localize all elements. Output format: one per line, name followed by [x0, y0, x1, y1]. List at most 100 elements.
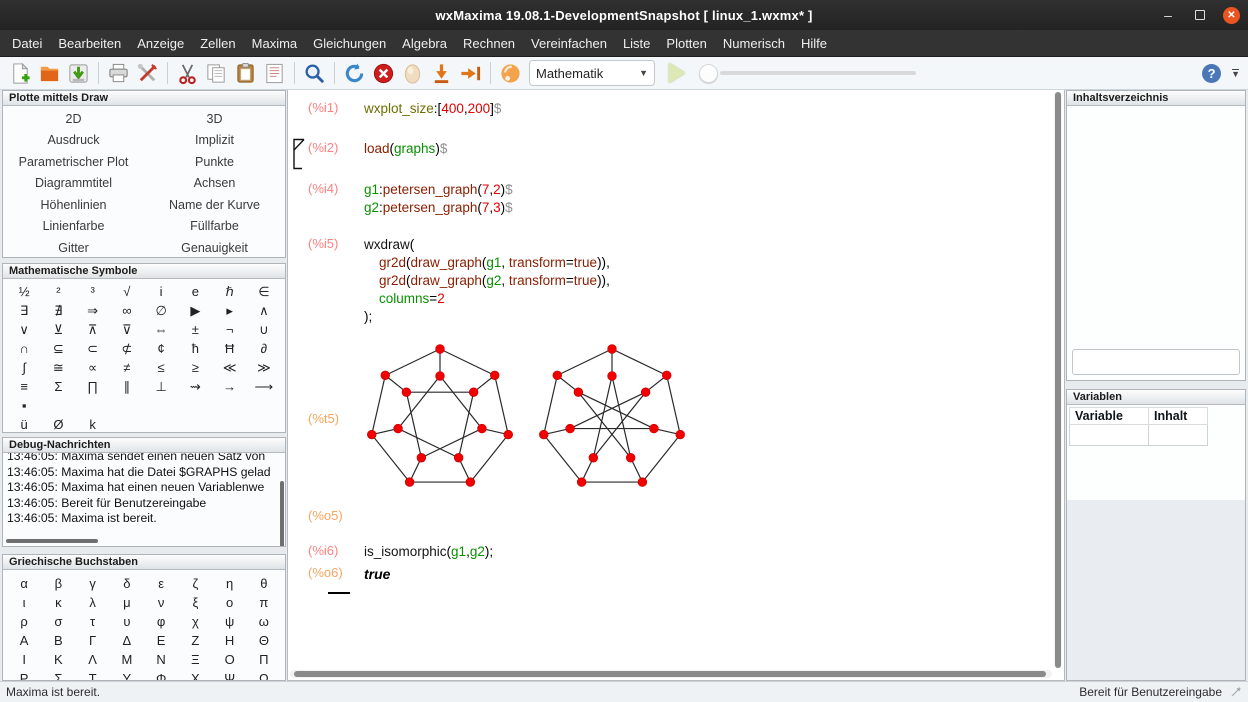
- math-symbol-button[interactable]: ∪: [247, 320, 281, 339]
- new-document-icon[interactable]: [7, 60, 34, 87]
- greek-letter-button[interactable]: υ: [110, 612, 144, 631]
- math-symbol-button[interactable]: ≤: [144, 358, 178, 377]
- math-symbol-button[interactable]: ħ: [178, 339, 212, 358]
- greek-letter-button[interactable]: T: [76, 669, 110, 681]
- math-symbol-button[interactable]: ∄: [41, 301, 75, 320]
- variables-table[interactable]: Variable Inhalt: [1069, 407, 1208, 446]
- slider-handle[interactable]: [699, 64, 718, 83]
- greek-letter-button[interactable]: κ: [41, 593, 75, 612]
- greek-letter-button[interactable]: γ: [76, 574, 110, 593]
- configure-icon[interactable]: [134, 60, 161, 87]
- menu-gleichungen[interactable]: Gleichungen: [305, 32, 394, 55]
- greek-letter-button[interactable]: ο: [213, 593, 247, 612]
- menu-numerisch[interactable]: Numerisch: [715, 32, 793, 55]
- stop-icon[interactable]: [370, 60, 397, 87]
- greek-letter-button[interactable]: Λ: [76, 650, 110, 669]
- paste-icon[interactable]: [232, 60, 259, 87]
- math-symbol-button[interactable]: √: [110, 282, 144, 301]
- greek-letter-button[interactable]: ζ: [178, 574, 212, 593]
- greek-letter-button[interactable]: ι: [7, 593, 41, 612]
- greek-letter-button[interactable]: Π: [247, 650, 281, 669]
- math-symbol-button[interactable]: ⊼: [76, 320, 110, 339]
- open-file-icon[interactable]: [36, 60, 63, 87]
- math-symbol-button[interactable]: ∃: [7, 301, 41, 320]
- menu-algebra[interactable]: Algebra: [394, 32, 455, 55]
- math-symbol-button[interactable]: i: [144, 282, 178, 301]
- greek-letter-button[interactable]: θ: [247, 574, 281, 593]
- math-symbol-button[interactable]: ℏ: [213, 282, 247, 301]
- math-symbol-button[interactable]: ▸: [213, 301, 247, 320]
- restart-maxima-icon[interactable]: [341, 60, 368, 87]
- math-symbol-button[interactable]: ∨: [7, 320, 41, 339]
- greek-letter-button[interactable]: μ: [110, 593, 144, 612]
- greek-letter-button[interactable]: X: [178, 669, 212, 681]
- math-symbol-button[interactable]: ∫: [7, 358, 41, 377]
- greek-letter-button[interactable]: Z: [178, 631, 212, 650]
- math-symbol-button[interactable]: ⊥: [144, 377, 178, 396]
- greek-letter-button[interactable]: Ω: [247, 669, 281, 681]
- greek-letter-button[interactable]: Δ: [110, 631, 144, 650]
- debug-horizontal-scrollbar[interactable]: [6, 539, 98, 543]
- math-symbol-button[interactable]: ⊂: [76, 339, 110, 358]
- worksheet[interactable]: (%i1)wxplot_size:[400,200]$ (%i2)load(gra…: [287, 90, 1065, 681]
- menu-liste[interactable]: Liste: [615, 32, 658, 55]
- select-all-icon[interactable]: [261, 60, 288, 87]
- menu-hilfe[interactable]: Hilfe: [793, 32, 835, 55]
- draw-button-genauigkeit[interactable]: Genauigkeit: [144, 237, 285, 258]
- input-cell-i1[interactable]: (%i1)wxplot_size:[400,200]$: [308, 100, 1050, 118]
- find-icon[interactable]: [301, 60, 328, 87]
- greek-letter-button[interactable]: N: [144, 650, 178, 669]
- math-symbol-button[interactable]: ⇔: [144, 320, 178, 339]
- greek-letter-button[interactable]: φ: [144, 612, 178, 631]
- greek-letter-button[interactable]: I: [7, 650, 41, 669]
- toc-filter-input[interactable]: [1072, 349, 1240, 375]
- menu-plotten[interactable]: Plotten: [658, 32, 714, 55]
- draw-button-diagrammtitel[interactable]: Diagrammtitel: [3, 173, 144, 195]
- cell-code[interactable]: is_isomorphic(g1,g2);: [364, 543, 493, 561]
- draw-button-name-der-kurve[interactable]: Name der Kurve: [144, 194, 285, 216]
- greek-letter-button[interactable]: Φ: [144, 669, 178, 681]
- math-symbol-button[interactable]: ∂: [247, 339, 281, 358]
- input-cell-i2[interactable]: (%i2)load(graphs)$: [308, 140, 1050, 158]
- follow-evaluation-icon[interactable]: [457, 60, 484, 87]
- greek-letter-button[interactable]: Γ: [76, 631, 110, 650]
- table-row[interactable]: [1070, 424, 1208, 445]
- math-symbol-button[interactable]: ≠: [110, 358, 144, 377]
- math-symbol-button[interactable]: ∝: [76, 358, 110, 377]
- toolbar-overflow-icon[interactable]: ▼: [1231, 69, 1240, 77]
- toc-list[interactable]: [1067, 106, 1245, 345]
- greek-letter-button[interactable]: β: [41, 574, 75, 593]
- math-symbol-button[interactable]: e: [178, 282, 212, 301]
- worksheet-cursor[interactable]: [328, 592, 350, 594]
- close-button[interactable]: ✕: [1223, 7, 1240, 24]
- greek-letter-button[interactable]: K: [41, 650, 75, 669]
- greek-letter-button[interactable]: ψ: [213, 612, 247, 631]
- draw-button-linienfarbe[interactable]: Linienfarbe: [3, 216, 144, 238]
- greek-letter-button[interactable]: H: [213, 631, 247, 650]
- math-symbol-button[interactable]: Ø: [41, 415, 75, 433]
- math-symbol-button[interactable]: ∥: [110, 377, 144, 396]
- cell-code[interactable]: load(graphs)$: [364, 140, 447, 158]
- play-animation-button[interactable]: [669, 63, 685, 83]
- greek-letter-button[interactable]: Σ: [41, 669, 75, 681]
- menu-maxima[interactable]: Maxima: [244, 32, 306, 55]
- draw-button-füllfarbe[interactable]: Füllfarbe: [144, 216, 285, 238]
- greek-letter-button[interactable]: Ψ: [213, 669, 247, 681]
- greek-letter-button[interactable]: α: [7, 574, 41, 593]
- greek-letter-button[interactable]: Ξ: [178, 650, 212, 669]
- math-symbol-button[interactable]: ¢: [144, 339, 178, 358]
- math-symbol-button[interactable]: ∧: [247, 301, 281, 320]
- greek-letter-button[interactable]: π: [247, 593, 281, 612]
- greek-letter-button[interactable]: η: [213, 574, 247, 593]
- math-symbol-button[interactable]: ≫: [247, 358, 281, 377]
- draw-button-gitter[interactable]: Gitter: [3, 237, 144, 258]
- input-cell-i4[interactable]: (%i4)g1:petersen_graph(7,2)$g2:petersen_…: [308, 181, 1050, 217]
- input-cell-i6[interactable]: (%i6)is_isomorphic(g1,g2);: [308, 543, 1050, 561]
- cell-bracket[interactable]: [292, 138, 306, 175]
- math-symbol-button[interactable]: ∅: [144, 301, 178, 320]
- draw-button-punkte[interactable]: Punkte: [144, 151, 285, 173]
- math-symbol-button[interactable]: ∏: [76, 377, 110, 396]
- math-symbol-button[interactable]: ▪: [7, 396, 41, 415]
- menu-vereinfachen[interactable]: Vereinfachen: [523, 32, 615, 55]
- greek-letter-button[interactable]: χ: [178, 612, 212, 631]
